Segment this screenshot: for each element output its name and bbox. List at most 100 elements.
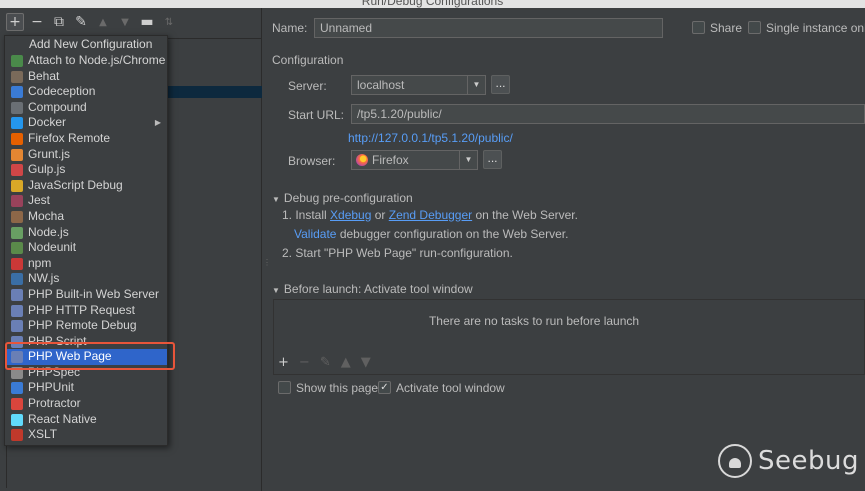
menu-title: Add New Configuration bbox=[29, 37, 153, 51]
before-launch-title: Before launch: Activate tool window bbox=[283, 282, 473, 296]
folder-icon[interactable]: ▬ bbox=[138, 13, 156, 31]
resolved-url-link[interactable]: http://127.0.0.1/tp5.1.20/public/ bbox=[348, 131, 513, 145]
move-down-icon[interactable]: ▼ bbox=[361, 355, 371, 370]
activate-tool-label: Activate tool window bbox=[396, 381, 505, 395]
menu-item[interactable]: XSLT bbox=[5, 427, 167, 443]
before-launch-header[interactable]: ▼ Before launch: Activate tool window bbox=[272, 282, 473, 296]
chevron-down-icon: ▼ bbox=[459, 151, 477, 169]
minus-icon[interactable]: − bbox=[28, 13, 46, 31]
nodejs-icon bbox=[11, 226, 23, 239]
configurations-toolbar: + − ⧉ ✎ ▲ ▼ ▬ ⇅ bbox=[0, 8, 262, 36]
menu-item[interactable]: Nodeunit bbox=[5, 240, 167, 256]
tree-selected-row[interactable] bbox=[162, 86, 262, 98]
wrench-icon[interactable]: ✎ bbox=[72, 13, 90, 31]
npm-icon bbox=[11, 257, 23, 270]
menu-item-label: NW.js bbox=[28, 271, 60, 286]
menu-item[interactable]: Docker ▶ bbox=[5, 115, 167, 131]
configuration-form: Name: Unnamed Share Single instance only… bbox=[263, 8, 865, 491]
menu-item[interactable]: PHP Built-in Web Server bbox=[5, 287, 167, 303]
menu-item[interactable]: Grunt.js bbox=[5, 147, 167, 163]
menu-item-label: Codeception bbox=[28, 84, 96, 99]
sort-icon[interactable]: ⇅ bbox=[160, 13, 178, 31]
menu-item[interactable]: Mocha bbox=[5, 209, 167, 225]
debug-section-title: Debug pre-configuration bbox=[283, 191, 413, 205]
show-page-checkbox[interactable] bbox=[278, 381, 291, 394]
seebug-logo-icon bbox=[718, 444, 752, 478]
server-value: localhost bbox=[357, 78, 405, 92]
edit-task-icon[interactable]: ✎ bbox=[320, 355, 331, 370]
grunt-icon bbox=[11, 148, 23, 161]
menu-item[interactable]: Firefox Remote bbox=[5, 131, 167, 147]
before-launch-tasks-list[interactable]: There are no tasks to run before launch … bbox=[273, 299, 865, 375]
watermark-text: Seebug bbox=[758, 446, 859, 476]
validate-link[interactable]: Validate bbox=[294, 227, 336, 241]
add-task-icon[interactable]: + bbox=[278, 355, 289, 370]
menu-item[interactable]: NW.js bbox=[5, 271, 167, 287]
server-label: Server: bbox=[288, 79, 327, 93]
name-input[interactable]: Unnamed bbox=[314, 18, 663, 38]
menu-item[interactable]: PHP HTTP Request bbox=[5, 303, 167, 319]
protractor-icon bbox=[11, 398, 23, 411]
menu-item-label: Docker bbox=[28, 115, 67, 130]
start-url-input[interactable]: /tp5.1.20/public/ bbox=[351, 104, 865, 124]
menu-item[interactable]: JavaScript Debug bbox=[5, 178, 167, 194]
debug-section-header[interactable]: ▼ Debug pre-configuration bbox=[272, 191, 413, 205]
server-browse-button[interactable]: ... bbox=[491, 75, 510, 94]
show-page-label: Show this page bbox=[296, 381, 379, 395]
jest-icon bbox=[11, 195, 23, 208]
menu-item[interactable]: npm bbox=[5, 256, 167, 272]
menu-item[interactable]: React Native bbox=[5, 412, 167, 428]
remove-task-icon[interactable]: − bbox=[299, 355, 310, 370]
menu-item-label: Grunt.js bbox=[28, 146, 71, 161]
submenu-arrow-icon: ▶ bbox=[154, 118, 161, 128]
menu-item[interactable]: Gulp.js bbox=[5, 162, 167, 178]
menu-item[interactable]: PHP Remote Debug bbox=[5, 318, 167, 334]
move-up-icon[interactable]: ▲ bbox=[341, 355, 351, 370]
activate-tool-checkbox[interactable]: ✓ bbox=[378, 381, 391, 394]
menu-items: Attach to Node.js/Chrome Behat Codeception… bbox=[5, 53, 167, 443]
menu-item-label: PHP Remote Debug bbox=[28, 318, 137, 333]
browser-browse-button[interactable]: ... bbox=[483, 150, 502, 169]
react-icon bbox=[11, 413, 23, 426]
menu-item[interactable]: Jest bbox=[5, 193, 167, 209]
tasks-toolbar: + − ✎ ▲ ▼ bbox=[278, 355, 371, 370]
expand-arrow-icon: ▼ bbox=[272, 195, 280, 204]
mocha-icon bbox=[11, 210, 23, 223]
menu-item[interactable]: Behat bbox=[5, 69, 167, 85]
xdebug-link[interactable]: Xdebug bbox=[330, 208, 371, 222]
highlight-box bbox=[5, 342, 175, 370]
browser-select[interactable]: Firefox ▼ bbox=[351, 150, 478, 170]
server-select[interactable]: localhost ▼ bbox=[351, 75, 486, 95]
arrow-up-icon[interactable]: ▲ bbox=[94, 13, 112, 31]
splitter-handle[interactable]: ⋮ bbox=[263, 258, 271, 267]
menu-item-label: JavaScript Debug bbox=[28, 177, 123, 192]
seebug-watermark: Seebug bbox=[718, 444, 859, 478]
menu-item-label: PHPUnit bbox=[28, 380, 75, 395]
zend-debugger-link[interactable]: Zend Debugger bbox=[389, 208, 472, 222]
nodeunit-icon bbox=[11, 242, 23, 255]
chevron-down-icon: ▼ bbox=[467, 76, 485, 94]
configuration-heading: Configuration bbox=[272, 53, 344, 67]
single-instance-label: Single instance only bbox=[766, 21, 865, 35]
docker-icon bbox=[11, 117, 23, 130]
menu-item-label: XSLT bbox=[28, 427, 58, 442]
menu-item[interactable]: Compound bbox=[5, 100, 167, 116]
menu-item[interactable]: PHPUnit bbox=[5, 380, 167, 396]
js-debug-icon bbox=[11, 179, 23, 192]
expand-arrow-icon: ▼ bbox=[272, 286, 280, 295]
copy-icon[interactable]: ⧉ bbox=[50, 13, 68, 31]
menu-item[interactable]: Node.js bbox=[5, 225, 167, 241]
plus-icon[interactable]: + bbox=[6, 13, 24, 31]
single-instance-checkbox[interactable] bbox=[748, 21, 761, 34]
menu-item[interactable]: Protractor bbox=[5, 396, 167, 412]
window-titlebar: Run/Debug Configurations bbox=[0, 0, 865, 8]
arrow-down-icon[interactable]: ▼ bbox=[116, 13, 134, 31]
phpunit-icon bbox=[11, 382, 23, 395]
compound-icon bbox=[11, 101, 23, 114]
menu-item[interactable]: Codeception bbox=[5, 84, 167, 100]
debug-step-2: 2. Start "PHP Web Page" run-configuratio… bbox=[282, 246, 513, 260]
menu-item[interactable]: Attach to Node.js/Chrome bbox=[5, 53, 167, 69]
share-checkbox[interactable] bbox=[692, 21, 705, 34]
nwjs-icon bbox=[11, 273, 23, 286]
gulp-icon bbox=[11, 164, 23, 177]
